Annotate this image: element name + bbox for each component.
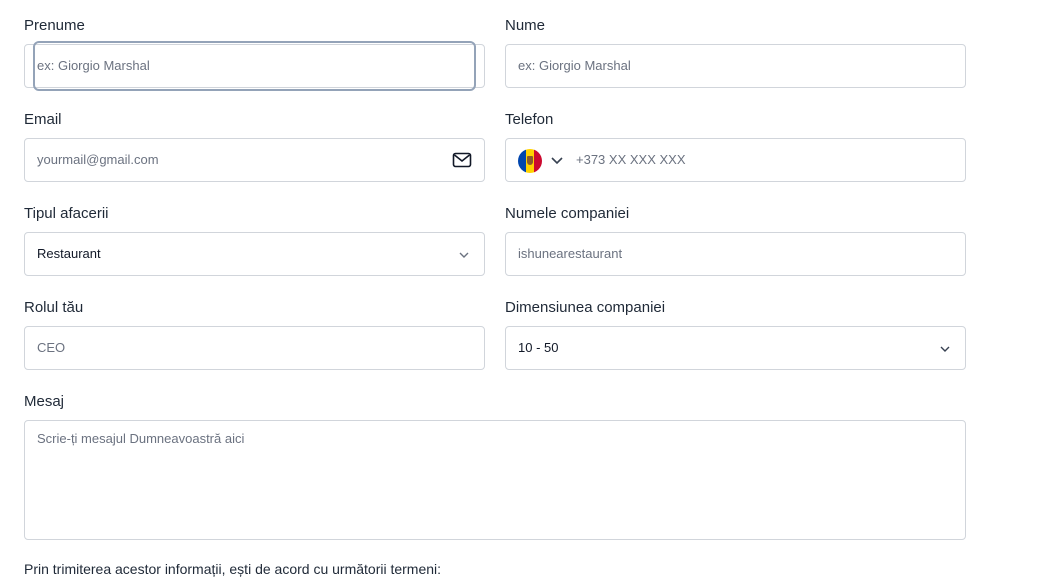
business-type-label: Tipul afacerii: [24, 205, 109, 222]
first-name-label: Prenume: [24, 17, 85, 34]
chevron-down-icon: [458, 248, 470, 263]
phone-field[interactable]: [505, 138, 966, 182]
phone-label: Telefon: [505, 111, 554, 128]
phone-input[interactable]: [576, 139, 936, 181]
business-type-value: Restaurant: [37, 246, 101, 261]
message-label: Mesaj: [24, 393, 65, 410]
business-type-select[interactable]: Restaurant: [24, 232, 485, 276]
mail-icon: [452, 151, 472, 172]
last-name-label: Nume: [505, 17, 546, 34]
company-size-value: 10 - 50: [518, 340, 559, 355]
first-name-input[interactable]: [37, 45, 446, 87]
company-name-label: Numele companiei: [505, 205, 630, 222]
first-name-field[interactable]: [24, 44, 485, 88]
chevron-down-icon[interactable]: [550, 154, 564, 169]
moldova-flag-icon[interactable]: [518, 149, 542, 173]
terms-text: Prin trimiterea acestor informații, ești…: [24, 561, 442, 577]
company-size-select[interactable]: 10 - 50: [505, 326, 966, 370]
message-textarea[interactable]: [37, 431, 953, 529]
email-field[interactable]: [24, 138, 485, 182]
role-label: Rolul tău: [24, 299, 84, 316]
last-name-field[interactable]: [505, 44, 966, 88]
company-size-label: Dimensiunea companiei: [505, 299, 666, 316]
email-input[interactable]: [37, 139, 446, 181]
role-field[interactable]: [24, 326, 485, 370]
role-input[interactable]: [37, 327, 446, 369]
chevron-down-icon: [939, 342, 951, 357]
company-name-input[interactable]: [518, 233, 927, 275]
company-name-field[interactable]: [505, 232, 966, 276]
last-name-input[interactable]: [518, 45, 927, 87]
email-label: Email: [24, 111, 62, 128]
message-field[interactable]: [24, 420, 966, 540]
